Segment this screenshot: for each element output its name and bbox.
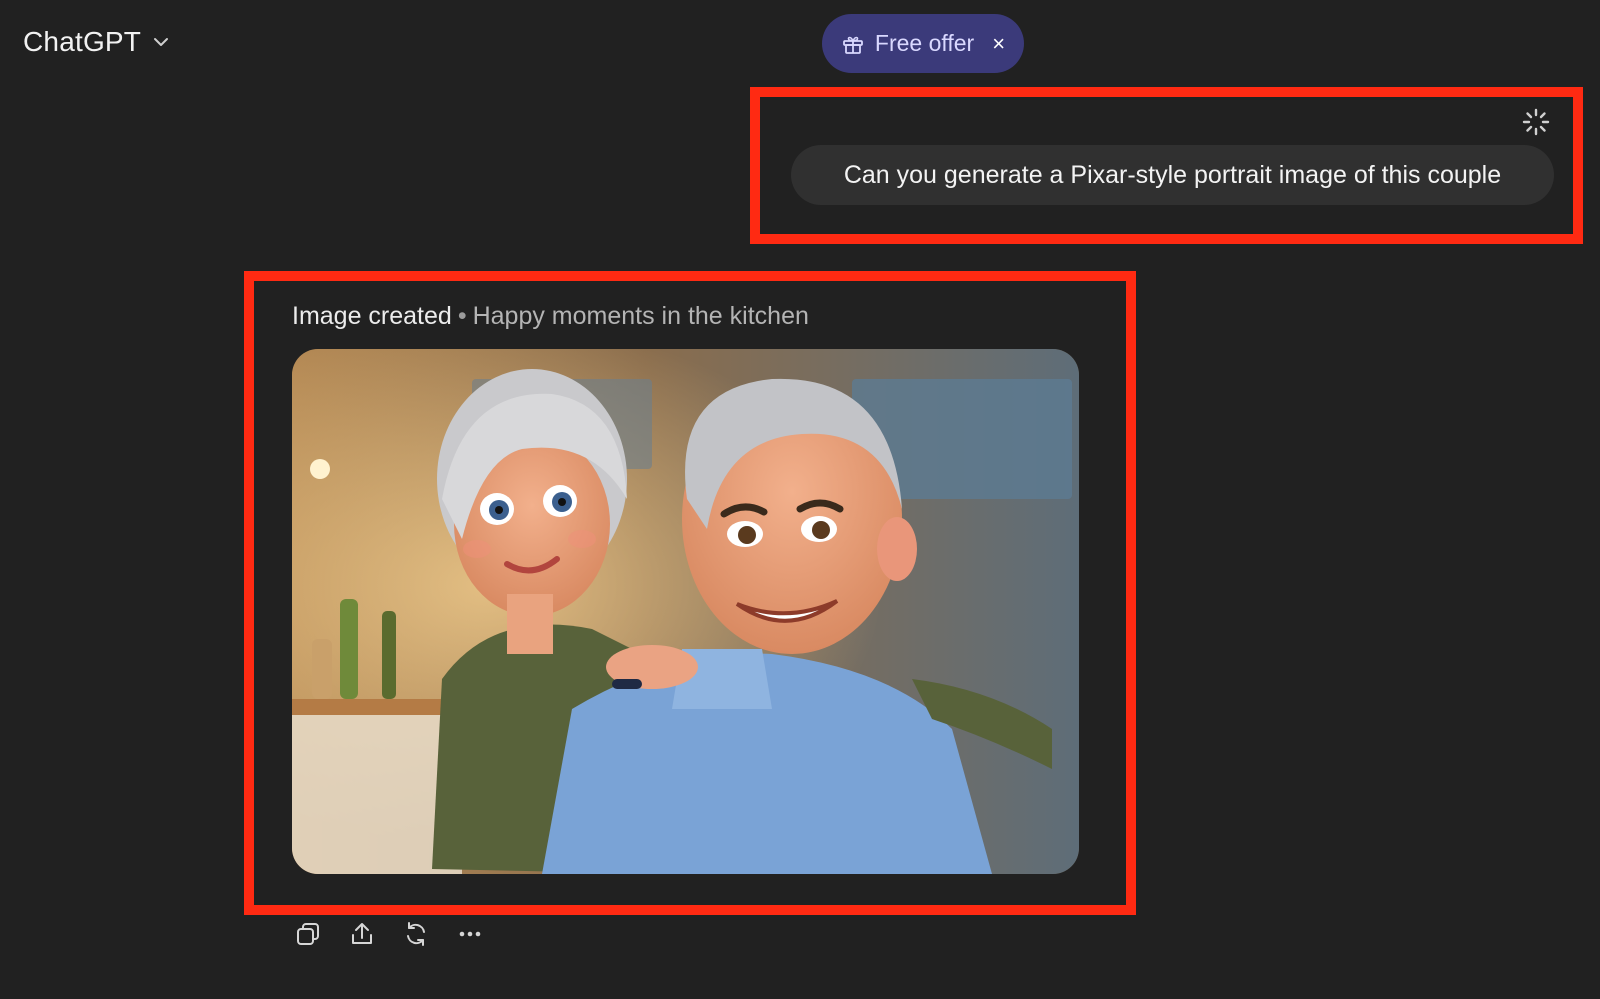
chat-app: ChatGPT Free offer × Can you generate a … bbox=[0, 0, 1600, 999]
copy-icon bbox=[297, 923, 319, 945]
meta-separator: • bbox=[457, 302, 467, 330]
copy-button[interactable] bbox=[294, 920, 322, 948]
close-offer-button[interactable]: × bbox=[992, 32, 1005, 55]
regenerate-icon bbox=[407, 922, 425, 946]
share-icon bbox=[352, 923, 372, 944]
more-options-button[interactable] bbox=[456, 920, 484, 948]
free-offer-label: Free offer bbox=[874, 30, 975, 56]
message-actions bbox=[294, 920, 484, 948]
model-name: ChatGPT bbox=[23, 26, 142, 57]
chevron-down-icon bbox=[154, 38, 169, 46]
couple-portrait-illustration bbox=[292, 349, 1079, 874]
loading-spinner-icon bbox=[1522, 108, 1550, 136]
generated-image[interactable] bbox=[292, 349, 1079, 874]
regenerate-button[interactable] bbox=[402, 920, 430, 948]
image-caption: Happy moments in the kitchen bbox=[472, 302, 809, 330]
model-selector[interactable]: ChatGPT bbox=[23, 26, 171, 58]
user-message-text: Can you generate a Pixar-style portrait … bbox=[843, 160, 1502, 189]
user-message-bubble: Can you generate a Pixar-style portrait … bbox=[791, 145, 1554, 205]
gift-icon bbox=[843, 36, 863, 54]
image-status: Image created bbox=[292, 302, 452, 330]
share-button[interactable] bbox=[348, 920, 376, 948]
free-offer-button[interactable]: Free offer × bbox=[822, 14, 1024, 73]
image-meta: Image created • Happy moments in the kitch… bbox=[292, 302, 809, 331]
more-icon bbox=[459, 931, 481, 937]
